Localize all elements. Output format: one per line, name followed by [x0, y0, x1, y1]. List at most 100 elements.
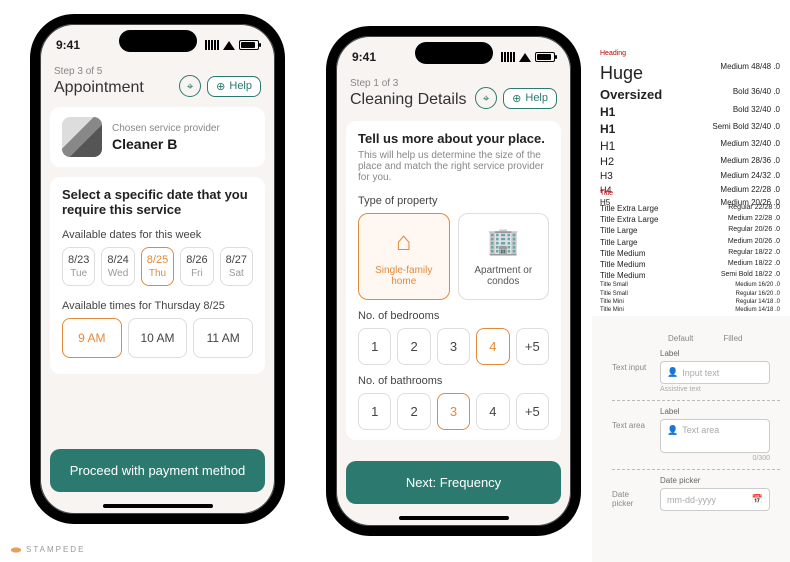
assistive-text: Assistive text [660, 386, 770, 393]
date-picker[interactable]: mm-dd-yyyy 📅 [660, 488, 770, 511]
battery-icon [535, 52, 555, 62]
bathroom-chip[interactable]: 1 [358, 393, 391, 430]
typo-section-label: Heading [600, 50, 780, 57]
prop-label: Type of property [358, 195, 549, 207]
prop-single-family[interactable]: ⌂ Single-family home [358, 213, 450, 300]
placeholder: mm-dd-yyyy [667, 495, 716, 505]
user-icon: 👤 [667, 425, 678, 436]
typo-row: Title MediumMedium 18/22 .0 [600, 259, 780, 270]
typo-row: HugeMedium 48/48 .0 [600, 61, 780, 86]
bedroom-chip[interactable]: 2 [397, 328, 430, 365]
typo-row: Title SmallRegular 16/20 .0 [600, 290, 780, 298]
typography-heading-spec: Heading HugeMedium 48/48 .0OversizedBold… [600, 50, 780, 208]
field-label: Label [660, 349, 770, 358]
col-default: Default [668, 334, 693, 343]
help-button[interactable]: ⊕ Help [207, 76, 261, 97]
wifi-icon [223, 41, 235, 50]
bathroom-chip[interactable]: 3 [437, 393, 470, 430]
typo-row: Title MiniMedium 14/18 .0 [600, 306, 780, 314]
date-card: Select a specific date that you require … [50, 177, 265, 374]
time-chip[interactable]: 10 AM [128, 318, 188, 358]
bathroom-chip[interactable]: 4 [476, 393, 509, 430]
bathroom-chip[interactable]: +5 [516, 393, 549, 430]
next-button[interactable]: Next: Frequency [346, 461, 561, 504]
typo-row: H1Medium 32/40 .0 [600, 138, 780, 155]
status-time: 9:41 [352, 50, 376, 64]
date-chip[interactable]: 8/27Sat [220, 247, 253, 286]
typo-row: H1Bold 32/40 .0 [600, 104, 780, 121]
signal-icon [205, 40, 219, 50]
phone-cleaning: 9:41 Step 1 of 3 Cleaning Details ⌖ ⊕ He… [326, 26, 581, 536]
battery-icon [239, 40, 259, 50]
dynamic-island [415, 42, 493, 64]
typo-row: Title Extra LargeRegular 22/28 .0 [600, 203, 780, 214]
date-heading: Select a specific date that you require … [62, 187, 253, 217]
provider-card: Chosen service provider Cleaner B [50, 107, 265, 167]
accessibility-icon[interactable]: ⌖ [475, 87, 497, 109]
help-label: Help [229, 80, 252, 92]
typo-row: H2Medium 28/36 .0 [600, 155, 780, 170]
accessibility-icon[interactable]: ⌖ [179, 75, 201, 97]
time-row: 9 AM10 AM11 AM [62, 318, 253, 358]
brand-text: STAMPEDE [26, 545, 85, 554]
building-icon: 🏢 [465, 226, 543, 257]
time-chip[interactable]: 9 AM [62, 318, 122, 358]
screen-header: Step 3 of 5 Appointment ⌖ ⊕ Help [40, 60, 275, 107]
bedroom-chip[interactable]: 4 [476, 328, 509, 365]
signal-icon [501, 52, 515, 62]
bed-row: 1234+5 [358, 328, 549, 365]
text-input[interactable]: 👤 Input text [660, 361, 770, 384]
spec-date-picker: Date picker Date picker mm-dd-yyyy 📅 Dat… [612, 476, 780, 519]
date-chip[interactable]: 8/23Tue [62, 247, 95, 286]
home-indicator [399, 516, 509, 520]
provider-label: Chosen service provider [112, 123, 220, 134]
col-filled: Filled [723, 334, 742, 343]
screen-title: Appointment [54, 79, 144, 97]
typo-row: H1Semi Bold 32/40 .0 [600, 121, 780, 138]
dynamic-island [119, 30, 197, 52]
row-tag: Text area [612, 407, 650, 430]
bathroom-chip[interactable]: 2 [397, 393, 430, 430]
prop-apartment[interactable]: 🏢 Apartment or condos [458, 213, 550, 300]
house-icon: ⌂ [365, 226, 443, 257]
help-button[interactable]: ⊕ Help [503, 88, 557, 109]
stampede-logo: STAMPEDE [10, 545, 85, 554]
proceed-button[interactable]: Proceed with payment method [50, 449, 265, 492]
dates-label: Available dates for this week [62, 229, 253, 241]
spec-text-input: Text input Label 👤 Input text Assistive … [612, 349, 780, 393]
typo-row: OversizedBold 36/40 .0 [600, 86, 780, 104]
screen-title: Cleaning Details [350, 91, 467, 109]
char-count: 0/300 [660, 455, 770, 462]
screen-header: Step 1 of 3 Cleaning Details ⌖ ⊕ Help [336, 72, 571, 119]
bedroom-chip[interactable]: 3 [437, 328, 470, 365]
typo-row: Title MediumSemi Bold 18/22 .0 [600, 270, 780, 281]
status-time: 9:41 [56, 38, 80, 52]
times-label: Available times for Thursday 8/25 [62, 300, 253, 312]
date-chip[interactable]: 8/24Wed [101, 247, 134, 286]
phone-appointment: 9:41 Step 3 of 5 Appointment ⌖ ⊕ Help Ch… [30, 14, 285, 524]
cleaning-sub: This will help us determine the size of … [358, 150, 549, 183]
date-chip[interactable]: 8/26Fri [180, 247, 213, 286]
prop-name: Apartment or condos [474, 265, 532, 287]
prop-name: Single-family home [375, 265, 432, 287]
field-label: Date picker [660, 476, 770, 485]
cleaning-card: Tell us more about your place. This will… [346, 121, 561, 440]
placeholder: Text area [682, 425, 719, 435]
bedroom-chip[interactable]: +5 [516, 328, 549, 365]
typo-row: Title Extra LargeMedium 22/28 .0 [600, 214, 780, 225]
bath-label: No. of bathrooms [358, 375, 549, 387]
spec-text-area: Text area Label 👤 Text area 0/300 Label [612, 407, 780, 462]
placeholder: Input text [682, 368, 719, 378]
cleaning-heading: Tell us more about your place. [358, 131, 549, 146]
user-icon: 👤 [667, 367, 678, 378]
wifi-icon [519, 53, 531, 62]
bath-row: 1234+5 [358, 393, 549, 430]
typography-title-spec: Title Title Extra LargeRegular 22/28 .0T… [600, 190, 780, 315]
help-label: Help [525, 92, 548, 104]
provider-name: Cleaner B [112, 136, 220, 152]
time-chip[interactable]: 11 AM [193, 318, 253, 358]
bedroom-chip[interactable]: 1 [358, 328, 391, 365]
date-chip[interactable]: 8/25Thu [141, 247, 174, 286]
text-area[interactable]: 👤 Text area [660, 419, 770, 453]
calendar-icon: 📅 [752, 494, 763, 505]
